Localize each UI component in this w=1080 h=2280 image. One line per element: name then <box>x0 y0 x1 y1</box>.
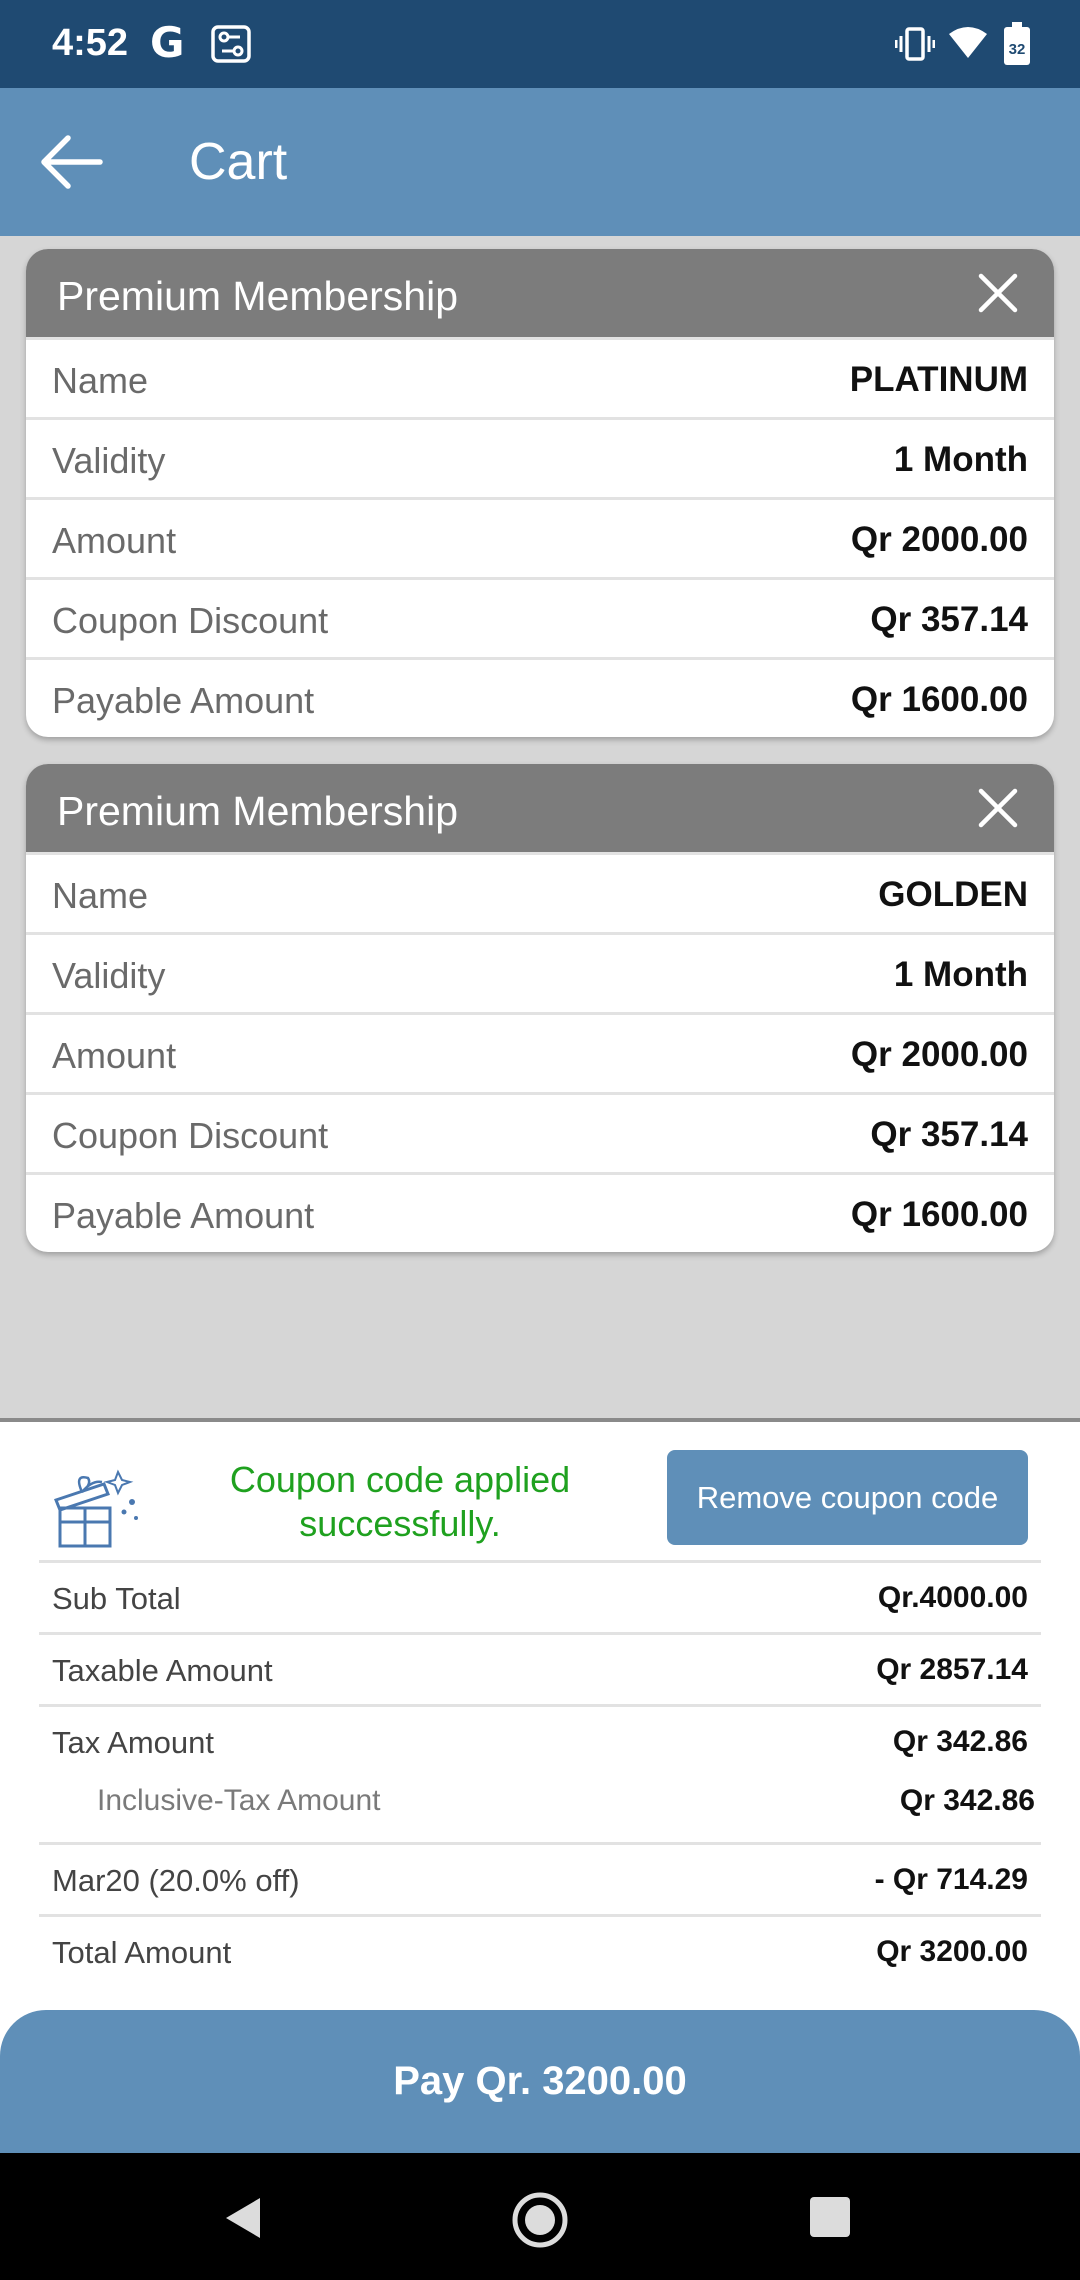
row-label: Taxable Amount <box>52 1653 273 1688</box>
battery-icon: 32 <box>1004 22 1030 65</box>
row-label: Amount <box>52 1035 177 1076</box>
app-bar: Cart <box>0 88 1080 236</box>
system-nav-bar <box>0 2153 1080 2280</box>
gift-icon <box>54 1469 138 1548</box>
row-value: PLATINUM <box>849 360 1028 399</box>
row-label: Total Amount <box>52 1935 232 1970</box>
nav-recents-icon[interactable] <box>810 2197 850 2237</box>
row-value: Qr 3200.00 <box>876 1935 1028 1968</box>
card-row-coupon-discount: Coupon Discount Qr 357.14 <box>26 1092 1054 1172</box>
row-value: Qr 1600.00 <box>850 680 1028 719</box>
row-value: Qr 2000.00 <box>850 1035 1028 1074</box>
card-row-name: Name PLATINUM <box>26 337 1054 417</box>
row-label: Mar20 (20.0% off) <box>52 1863 300 1898</box>
row-label: Validity <box>52 955 166 996</box>
coupon-success-message: Coupon code applied successfully. <box>180 1458 620 1546</box>
row-value: 1 Month <box>893 955 1028 994</box>
back-arrow-icon[interactable] <box>40 132 104 192</box>
row-label: Name <box>52 875 149 916</box>
row-value: Qr.4000.00 <box>877 1581 1028 1614</box>
inclusive-tax-value: Qr 342.86 <box>899 1784 1035 1817</box>
card-header: Premium Membership <box>26 249 1054 337</box>
card-row-amount: Amount Qr 2000.00 <box>26 1012 1054 1092</box>
row-label: Name <box>52 360 149 401</box>
coupon-message-line1: Coupon code applied <box>229 1459 571 1500</box>
row-value: Qr 357.14 <box>870 600 1028 639</box>
row-value: Qr 342.86 <box>892 1725 1028 1758</box>
membership-card-platinum: Premium Membership Name PLATINUM Validit… <box>26 249 1054 737</box>
close-icon[interactable] <box>976 786 1020 830</box>
card-row-amount: Amount Qr 2000.00 <box>26 497 1054 577</box>
row-value: Qr 1600.00 <box>850 1195 1028 1234</box>
summary-row-tax: Tax Amount Qr 342.86 <box>39 1704 1041 1842</box>
card-row-coupon-discount: Coupon Discount Qr 357.14 <box>26 577 1054 657</box>
card-title: Premium Membership <box>57 788 458 834</box>
row-value: GOLDEN <box>878 875 1028 914</box>
row-label: Sub Total <box>52 1581 181 1616</box>
row-value: Qr 357.14 <box>870 1115 1028 1154</box>
nav-back-icon[interactable] <box>222 2195 264 2241</box>
remove-coupon-button[interactable]: Remove coupon code <box>667 1450 1028 1545</box>
card-row-payable: Payable Amount Qr 1600.00 <box>26 1172 1054 1252</box>
membership-card-golden: Premium Membership Name GOLDEN Validity … <box>26 764 1054 1252</box>
row-label: Coupon Discount <box>52 600 329 641</box>
card-title: Premium Membership <box>57 273 458 319</box>
row-value: 1 Month <box>893 440 1028 479</box>
card-row-name: Name GOLDEN <box>26 852 1054 932</box>
card-row-payable: Payable Amount Qr 1600.00 <box>26 657 1054 737</box>
row-value: - Qr 714.29 <box>874 1863 1028 1896</box>
sim-card-icon <box>211 25 251 63</box>
status-time: 4:52 <box>52 22 129 64</box>
summary-row-taxable: Taxable Amount Qr 2857.14 <box>39 1632 1041 1704</box>
card-row-validity: Validity 1 Month <box>26 417 1054 497</box>
card-row-validity: Validity 1 Month <box>26 932 1054 1012</box>
row-label: Tax Amount <box>52 1725 214 1760</box>
coupon-message-line2: successfully. <box>299 1503 501 1544</box>
google-icon: G <box>150 18 185 67</box>
wifi-icon <box>949 27 987 58</box>
close-icon[interactable] <box>976 271 1020 315</box>
page-title: Cart <box>189 133 288 191</box>
summary-row-subtotal: Sub Total Qr.4000.00 <box>39 1560 1041 1632</box>
nav-home-icon[interactable] <box>511 2191 569 2249</box>
status-bar: 4:52 G 32 <box>0 0 1080 88</box>
card-header: Premium Membership <box>26 764 1054 852</box>
row-label: Payable Amount <box>52 1195 315 1236</box>
row-label: Amount <box>52 520 177 561</box>
pay-button[interactable]: Pay Qr. 3200.00 <box>0 2010 1080 2153</box>
row-label: Coupon Discount <box>52 1115 329 1156</box>
row-value: Qr 2857.14 <box>876 1653 1028 1686</box>
row-value: Qr 2000.00 <box>850 520 1028 559</box>
battery-level: 32 <box>1009 41 1026 58</box>
row-label: Validity <box>52 440 166 481</box>
summary-row-coupon: Mar20 (20.0% off) - Qr 714.29 <box>39 1842 1041 1914</box>
inclusive-tax-label: Inclusive-Tax Amount <box>97 1784 381 1817</box>
row-label: Payable Amount <box>52 680 315 721</box>
vibrate-icon <box>895 27 935 61</box>
summary-row-total: Total Amount Qr 3200.00 <box>39 1914 1041 1986</box>
